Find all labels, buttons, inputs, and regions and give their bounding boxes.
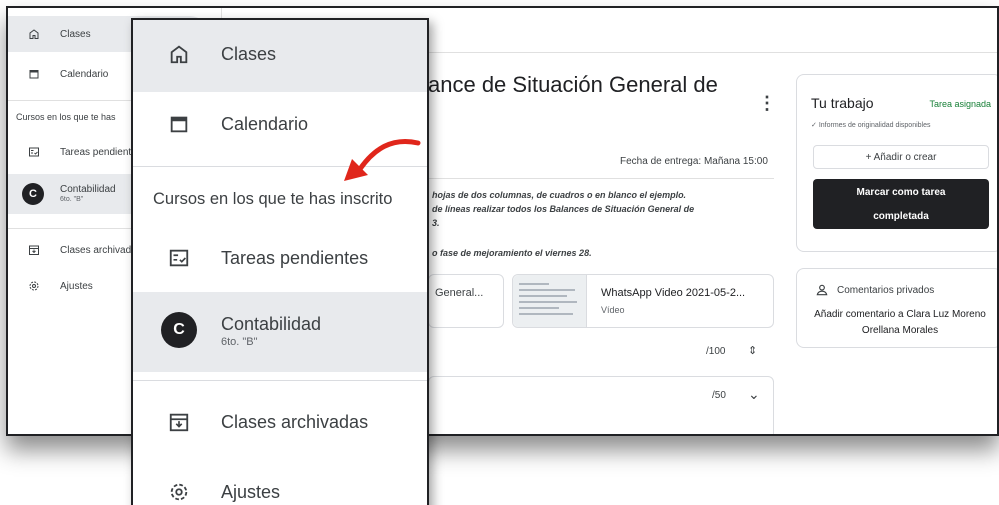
private-comments-title: Comentarios privados	[837, 285, 935, 296]
task-list-icon	[28, 146, 40, 158]
red-arrow-annotation	[344, 139, 421, 181]
your-work-card: Tu trabajo Tarea asignada ✓ Informes de …	[796, 74, 997, 252]
private-comments-card: Comentarios privados Añadir comentario a…	[796, 268, 997, 348]
divider	[133, 380, 427, 381]
divider	[428, 178, 774, 179]
button-label-line: completada	[873, 211, 929, 222]
attachment-card[interactable]: General...	[428, 274, 504, 328]
task-list-icon	[167, 246, 191, 270]
attachment-title: General...	[435, 287, 484, 299]
sidebar-item-settings[interactable]: Ajustes	[133, 458, 427, 505]
zoomed-sidebar: Clases Calendario Cursos en los que te h…	[131, 18, 429, 505]
sidebar-item-label: Clases archivad	[60, 244, 132, 256]
course-name: Contabilidad	[60, 184, 116, 195]
archive-icon	[28, 244, 40, 256]
video-thumbnail	[513, 275, 587, 327]
sidebar-item-label: Tareas pendient	[60, 146, 132, 158]
sidebar-item-label: Ajustes	[221, 482, 281, 502]
sort-arrows-icon[interactable]: ⇕	[748, 344, 757, 357]
course-avatar: C	[161, 312, 197, 348]
calendar-icon	[28, 68, 40, 80]
course-section: 6to. "B"	[221, 336, 258, 348]
calendar-icon	[167, 112, 191, 136]
originality-note: ✓ Informes de originalidad disponibles	[811, 121, 931, 129]
sidebar-item-label: Clases archivadas	[221, 412, 369, 432]
button-label-line: Marcar como tarea	[856, 187, 946, 198]
sidebar-item-label: Clases	[221, 44, 277, 64]
points-label: /50	[712, 390, 726, 401]
originality-text: Informes de originalidad disponibles	[818, 122, 931, 129]
course-name: Contabilidad	[221, 314, 322, 334]
course-avatar: C	[22, 183, 44, 205]
instruction-line: 3.	[432, 218, 440, 228]
person-icon	[815, 283, 829, 302]
sidebar-item-course[interactable]: C Contabilidad 6to. "B"	[133, 292, 427, 372]
check-icon: ✓	[811, 122, 819, 129]
your-work-title: Tu trabajo	[811, 95, 874, 111]
points-label: /100	[706, 346, 726, 357]
sidebar-item-label: Tareas pendientes	[221, 248, 369, 268]
due-date: Fecha de entrega: Mañana 15:00	[620, 156, 768, 167]
sidebar-item-label: Calendario	[221, 114, 309, 134]
attachment-card[interactable]: WhatsApp Video 2021-05-2... Vídeo	[512, 274, 774, 328]
archive-icon	[167, 410, 191, 434]
attachment-type: Vídeo	[601, 305, 625, 315]
courses-heading: Cursos en los que te has	[16, 112, 116, 122]
instruction-line: hojas de dos columnas, de cuadros o en b…	[432, 190, 687, 200]
more-options-icon[interactable]: ⋮	[758, 94, 776, 112]
gear-icon	[28, 280, 40, 292]
sidebar-item-archived[interactable]: Clases archivadas	[133, 388, 427, 460]
stage: Clases Calendario Cursos en los que te h…	[0, 0, 999, 505]
rubric-card[interactable]	[428, 376, 774, 434]
assignment-title: ance de Situación General de	[428, 72, 718, 97]
add-comment-link[interactable]: Añadir comentario a Clara Luz Moreno Ore…	[807, 307, 993, 339]
chevron-down-icon[interactable]: ⌄	[748, 386, 760, 403]
mark-done-button[interactable]: Marcar como tarea completada	[813, 179, 989, 229]
gear-icon	[167, 480, 191, 504]
home-icon	[167, 42, 191, 66]
add-or-create-button[interactable]: + Añadir o crear	[813, 145, 989, 169]
sidebar-item-label: Ajustes	[60, 280, 93, 292]
home-icon	[28, 28, 40, 40]
status-badge: Tarea asignada	[929, 99, 991, 109]
attachment-title: WhatsApp Video 2021-05-2...	[601, 287, 746, 299]
sidebar-item-classes[interactable]: Clases	[133, 20, 427, 92]
sidebar-item-label: Calendario	[60, 68, 109, 80]
sidebar-item-label: Clases	[60, 28, 91, 40]
instruction-line: o fase de mejoramiento el viernes 28.	[432, 248, 592, 258]
sidebar-item-pending[interactable]: Tareas pendientes	[133, 224, 427, 296]
instruction-line: de líneas realizar todos los Balances de…	[432, 204, 695, 214]
course-section: 6to. "B"	[60, 196, 84, 203]
